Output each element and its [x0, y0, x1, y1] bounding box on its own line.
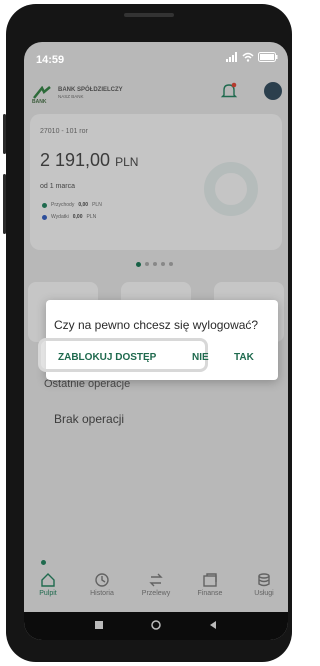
speaker: [124, 13, 174, 17]
dialog-message: Czy na pewno chcesz się wylogować?: [54, 318, 259, 332]
status-icons: [226, 52, 278, 62]
income-legend: Przychody 0,00 PLN: [42, 202, 102, 208]
balance-donut-chart: [204, 162, 258, 216]
bank-name: BANK SPÓŁDZIELCZY: [58, 87, 123, 93]
expense-currency: PLN: [86, 214, 97, 220]
avatar[interactable]: [264, 82, 282, 100]
status-bar: 14:59: [24, 42, 288, 76]
notifications-bell-icon[interactable]: [220, 82, 238, 100]
home-icon: [41, 573, 55, 587]
nav-label-uslugi: Usługi: [254, 590, 274, 597]
nav-item-przelewy[interactable]: Przelewy: [136, 572, 176, 597]
side-button: [3, 174, 6, 234]
nav-item-finanse[interactable]: Finanse: [190, 572, 230, 597]
wifi-icon: [242, 52, 254, 62]
card-pager[interactable]: [136, 262, 173, 267]
bank-subtitle: NASZ BANK: [58, 94, 84, 99]
expense-value: 0,00: [72, 214, 83, 220]
nav-label-historia: Historia: [90, 590, 114, 597]
expense-legend: Wydatki 0,00 PLN: [42, 214, 96, 220]
expense-dot: [42, 214, 47, 220]
pager-dot: [153, 262, 157, 266]
account-balance: 2 191,00 PLN: [40, 150, 138, 171]
lock-access-button[interactable]: ZABLOKUJ DOSTĘP: [58, 352, 156, 363]
back-icon[interactable]: [208, 620, 218, 630]
services-icon: [258, 573, 270, 587]
no-operations-text: Brak operacji: [54, 412, 125, 426]
finance-icon: [203, 573, 217, 587]
nav-item-historia[interactable]: Historia: [82, 572, 122, 597]
nav-label-przelewy: Przelewy: [141, 590, 171, 597]
nav-active-indicator: [41, 560, 46, 565]
income-currency: PLN: [92, 202, 102, 208]
income-value: 0,00: [78, 202, 89, 208]
pager-dot: [161, 262, 165, 266]
recent-apps-icon[interactable]: [94, 620, 104, 630]
home-button-icon[interactable]: [151, 620, 161, 630]
screen: 14:59 BANK BANK SPÓŁDZIELCZY NASZ BANK 2…: [24, 42, 288, 640]
period-label: od 1 marca: [40, 183, 76, 190]
battery-icon: [258, 52, 278, 62]
pager-dot: [169, 262, 173, 266]
nav-label-pulpit: Pulpit: [39, 590, 57, 597]
pager-dot: [145, 262, 149, 266]
bank-logo: BANK: [32, 86, 51, 104]
income-dot: [42, 202, 47, 208]
status-time: 14:59: [36, 54, 65, 66]
phone-frame: 14:59 BANK BANK SPÓŁDZIELCZY NASZ BANK 2…: [3, 4, 292, 662]
svg-text:BANK: BANK: [32, 99, 47, 104]
nav-item-uslugi[interactable]: Usługi: [244, 572, 284, 597]
transfer-icon: [149, 573, 163, 587]
volume-button: [3, 114, 6, 154]
no-button[interactable]: NIE: [192, 352, 209, 363]
pager-dot-active: [136, 262, 141, 267]
account-number: 27010 - 101 ror: [40, 128, 88, 135]
expense-label: Wydatki: [51, 214, 69, 220]
balance-amount: 2 191,00: [40, 150, 111, 170]
signal-icon: [226, 52, 237, 62]
income-label: Przychody: [51, 202, 75, 208]
nav-item-pulpit[interactable]: Pulpit: [28, 572, 68, 597]
nav-label-finanse: Finanse: [197, 590, 223, 597]
yes-button[interactable]: TAK: [234, 352, 254, 363]
history-icon: [95, 573, 109, 587]
balance-currency: PLN: [115, 155, 139, 169]
